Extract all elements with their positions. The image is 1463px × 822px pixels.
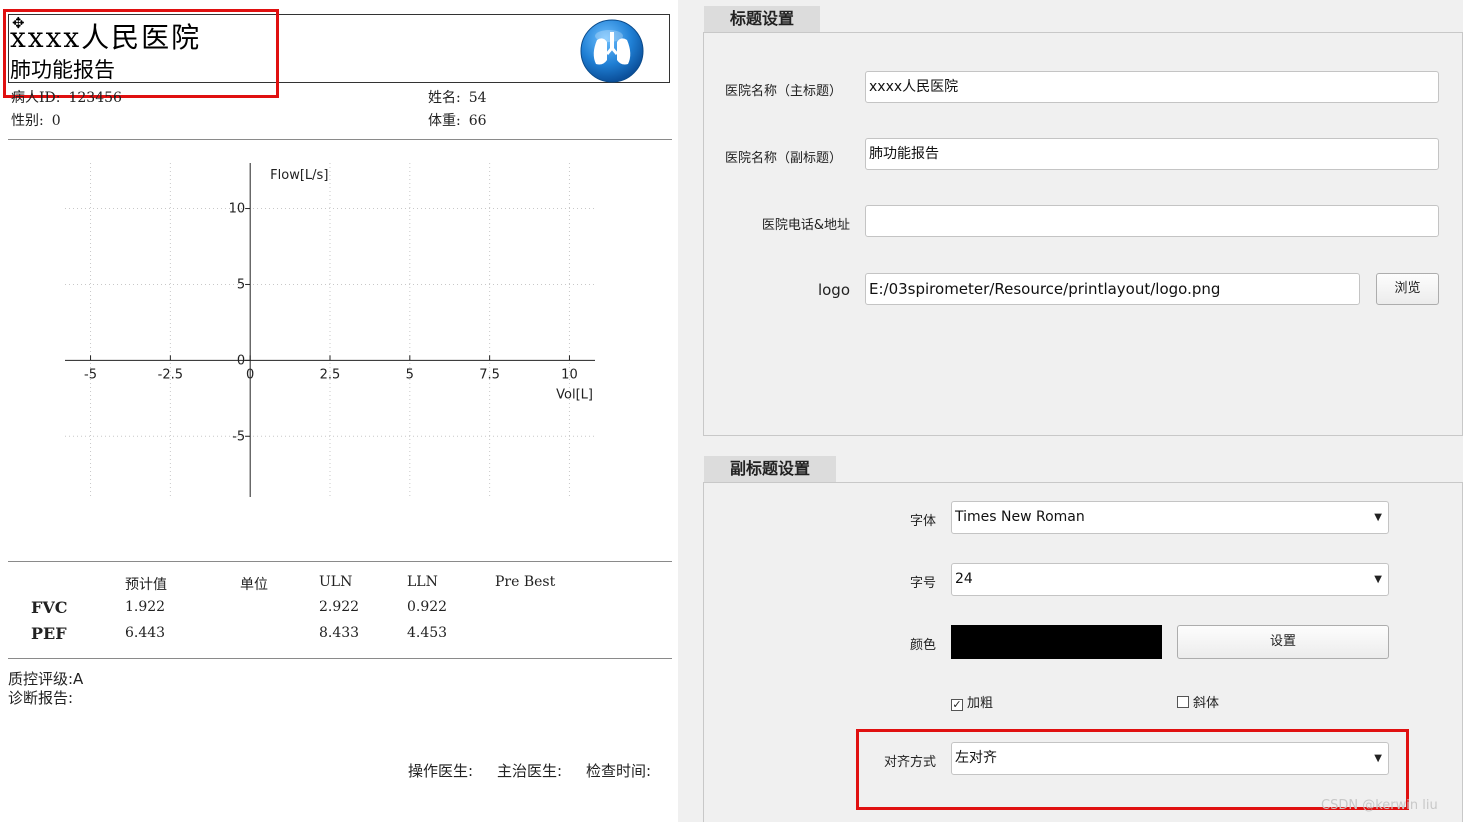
y-axis-label: Flow[L/s]	[270, 168, 328, 183]
align-select[interactable]: 左对齐 ▼	[951, 742, 1389, 775]
patient-weight-value: 66	[468, 113, 487, 129]
divider	[8, 658, 672, 659]
y-tick-label: 0	[237, 353, 245, 368]
table-cell: 2.922	[319, 599, 360, 615]
report-main-title[interactable]: xxxx人民医院	[10, 16, 201, 56]
italic-label: 斜体	[1193, 696, 1220, 711]
patient-weight-label: 体重:	[428, 113, 461, 129]
color-label: 颜色	[909, 638, 936, 653]
x-tick-label: 10	[561, 367, 578, 382]
checkbox-icon: ✓	[951, 698, 963, 711]
diagnosis-report: 诊断报告:	[8, 689, 74, 707]
table-row-name: FVC	[31, 598, 68, 617]
report-sub-title[interactable]: 肺功能报告	[10, 54, 115, 84]
exam-time: 检查时间:	[586, 762, 652, 780]
sub-title-label: 医院名称（副标题）	[724, 151, 842, 166]
move-cross-icon[interactable]: ✥	[12, 16, 25, 31]
set-color-button[interactable]: 设置	[1177, 625, 1389, 659]
x-axis-label: Vol[L]	[556, 387, 593, 402]
x-tick-label: 2.5	[320, 367, 341, 382]
watermark: CSDN @kerwin liu	[1321, 798, 1438, 813]
patient-gender-value: 0	[51, 113, 61, 129]
table-row-name: PEF	[31, 624, 67, 643]
lungs-logo-icon	[580, 19, 644, 83]
x-tick-label: -5	[84, 367, 97, 382]
table-header-unit: 单位	[240, 577, 268, 593]
align-select-value: 左对齐	[955, 750, 997, 766]
quality-grade: 质控评级:A	[8, 670, 84, 688]
main-title-label: 医院名称（主标题）	[724, 84, 842, 99]
bold-label: 加粗	[967, 696, 994, 711]
font-select[interactable]: Times New Roman ▼	[951, 501, 1389, 534]
flow-volume-chart: -5 -2.5 0 2.5 5 7.5 10 -5 0 5 10 Flow[L/s] Vol[L]	[65, 163, 595, 497]
subtitle-settings-heading: 副标题设置	[704, 456, 837, 482]
table-header-lln: LLN	[407, 574, 438, 590]
patient-id: 病人ID: 123456	[11, 87, 122, 107]
y-tick-label: 10	[229, 202, 246, 217]
patient-name: 姓名: 54	[428, 87, 487, 107]
patient-id-value: 123456	[68, 90, 122, 106]
logo-label: logo	[817, 281, 850, 299]
italic-checkbox[interactable]: 斜体	[1177, 692, 1219, 711]
operator-doctor: 操作医生:	[408, 762, 474, 780]
patient-gender-label: 性别:	[11, 113, 44, 129]
patient-id-label: 病人ID:	[11, 90, 61, 106]
chevron-down-icon: ▼	[1374, 753, 1382, 764]
divider	[8, 561, 672, 562]
table-header-uln: ULN	[319, 574, 353, 590]
phone-address-input[interactable]	[865, 205, 1439, 237]
size-select-value: 24	[955, 571, 973, 587]
checkbox-icon	[1177, 696, 1189, 708]
size-select[interactable]: 24 ▼	[951, 563, 1389, 596]
x-tick-label: 5	[406, 367, 414, 382]
patient-gender: 性别: 0	[11, 110, 61, 130]
font-label: 字体	[909, 514, 936, 529]
report-preview: xxxx人民医院 肺功能报告 ✥ 病人ID: 123456 性别: 0 姓名: …	[0, 0, 678, 822]
table-cell: 0.922	[407, 599, 448, 615]
x-tick-label: -2.5	[158, 367, 183, 382]
font-select-value: Times New Roman	[955, 509, 1085, 525]
table-header-predicted: 预计值	[125, 577, 167, 593]
table-cell: 4.453	[407, 625, 448, 641]
x-tick-label: 0	[246, 367, 254, 382]
patient-name-value: 54	[468, 90, 487, 106]
divider	[8, 139, 672, 140]
phone-address-label: 医院电话&地址	[761, 218, 850, 233]
table-cell: 8.433	[319, 625, 360, 641]
table-cell: 6.443	[125, 625, 166, 641]
table-header-pre-best: Pre Best	[495, 574, 556, 590]
table-cell: 1.922	[125, 599, 166, 615]
attending-doctor: 主治医生:	[497, 762, 563, 780]
y-tick-label: -5	[232, 429, 245, 444]
browse-button[interactable]: 浏览	[1376, 273, 1439, 305]
bold-checkbox[interactable]: ✓ 加粗	[951, 692, 993, 711]
align-label: 对齐方式	[883, 755, 936, 770]
y-tick-label: 5	[237, 277, 245, 292]
sub-title-input[interactable]: 肺功能报告	[865, 138, 1439, 170]
x-tick-label: 7.5	[479, 367, 500, 382]
chevron-down-icon: ▼	[1374, 574, 1382, 585]
app-window: xxxx人民医院 肺功能报告 ✥ 病人ID: 123456 性别: 0 姓名: …	[0, 0, 1463, 822]
patient-name-label: 姓名:	[428, 90, 461, 106]
chevron-down-icon: ▼	[1374, 512, 1382, 523]
title-settings-heading: 标题设置	[704, 6, 821, 32]
patient-weight: 体重: 66	[428, 110, 487, 130]
size-label: 字号	[909, 576, 936, 591]
main-title-input[interactable]: xxxx人民医院	[865, 71, 1439, 103]
logo-path-input[interactable]: E:/03spirometer/Resource/printlayout/log…	[865, 273, 1360, 305]
color-swatch	[951, 625, 1162, 659]
